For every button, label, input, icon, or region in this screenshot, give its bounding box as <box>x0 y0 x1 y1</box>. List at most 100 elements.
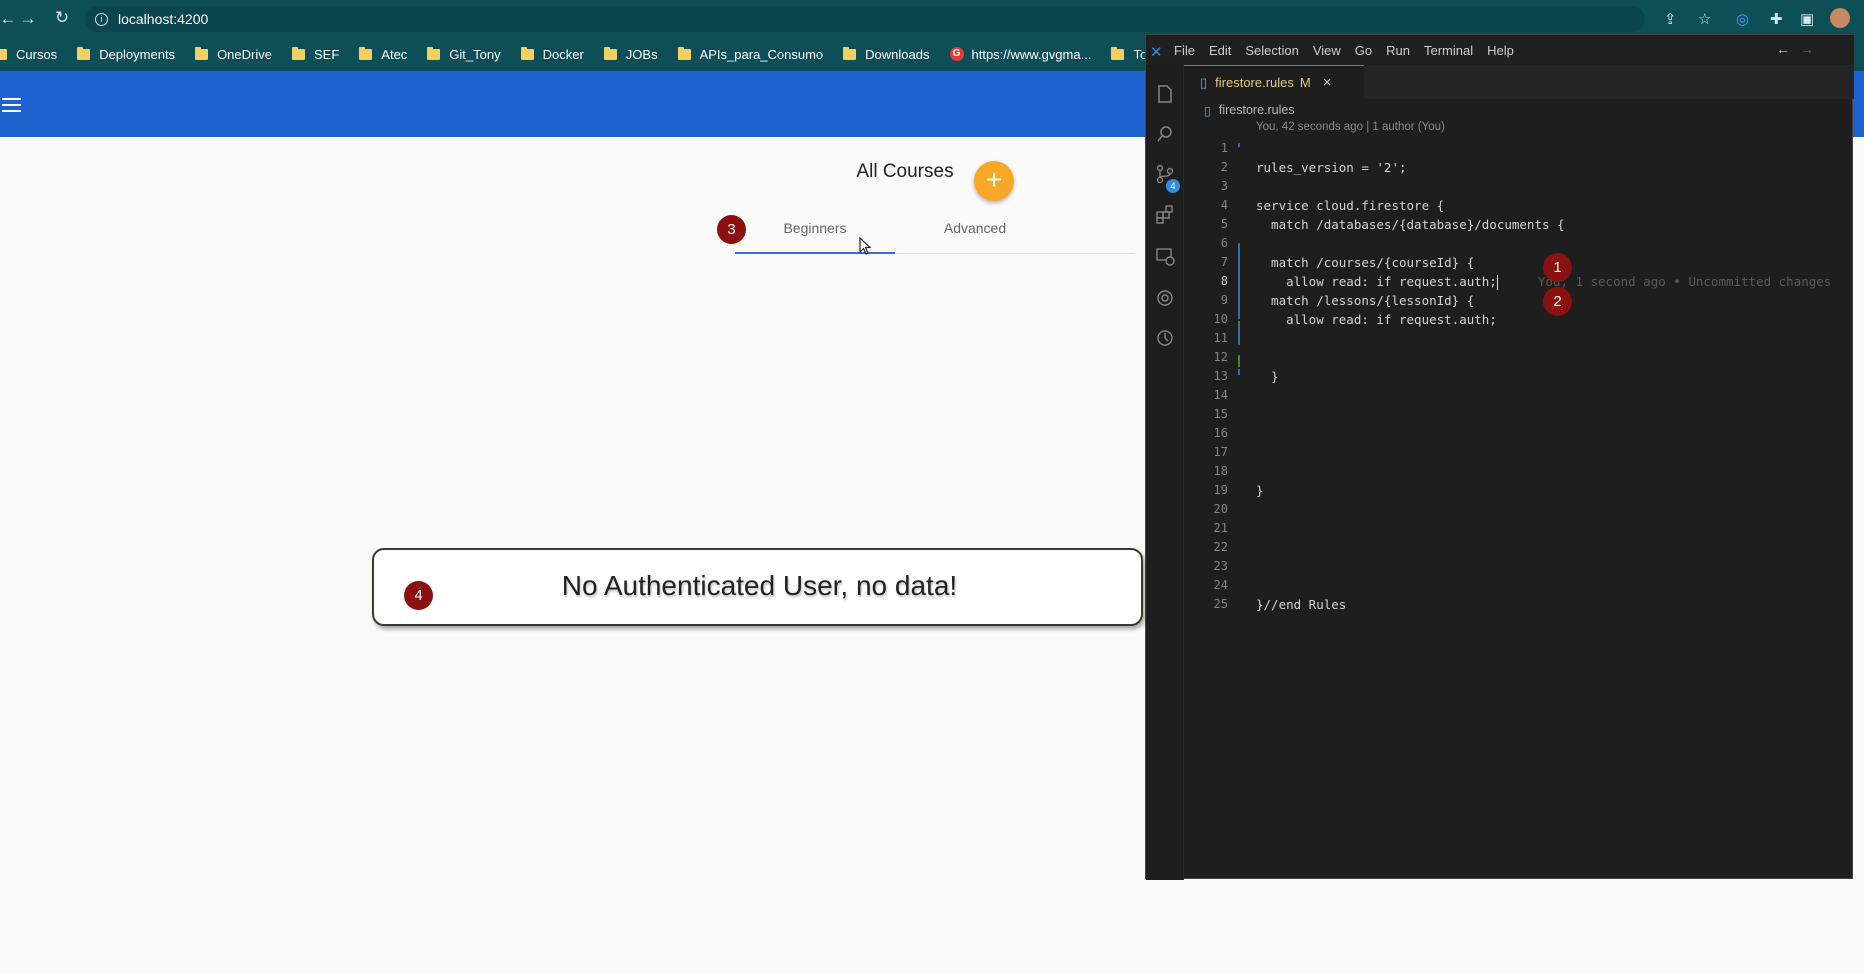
code-line[interactable] <box>1256 139 1846 158</box>
code-line[interactable] <box>1256 500 1846 519</box>
code-line[interactable] <box>1256 329 1846 348</box>
menu-file[interactable]: File <box>1174 43 1195 58</box>
code-editor[interactable]: rules_version = '2'; service cloud.firest… <box>1256 139 1846 614</box>
line-number: 14 <box>1213 388 1228 402</box>
reload-icon[interactable]: ↻ <box>50 8 74 28</box>
code-text: } <box>1256 483 1264 498</box>
code-text: allow read: if request.auth; <box>1256 274 1497 289</box>
url-field[interactable]: i localhost:4200 <box>85 6 1645 32</box>
bookmark-item[interactable]: Git_Tony <box>427 46 501 62</box>
site-info-icon[interactable]: i <box>95 12 108 26</box>
search-icon[interactable] <box>1154 123 1176 145</box>
extension-icon[interactable]: ◎ <box>1736 10 1749 28</box>
file-icon: ▯ <box>1204 103 1211 118</box>
bookmark-item[interactable]: OneDrive <box>195 46 272 62</box>
close-tab-icon[interactable]: × <box>1323 74 1332 91</box>
code-line[interactable]: } <box>1256 481 1846 500</box>
code-line[interactable] <box>1256 386 1846 405</box>
timeline-icon[interactable] <box>1154 327 1176 349</box>
extensions-icon[interactable] <box>1154 203 1176 225</box>
explorer-icon[interactable] <box>1154 83 1176 105</box>
bookmark-label: Docker <box>542 46 584 62</box>
annotation-marker-2: 2 <box>1543 287 1572 316</box>
menu-selection[interactable]: Selection <box>1245 43 1298 58</box>
testing-icon[interactable] <box>1154 287 1176 309</box>
bookmark-label: APIs_para_Consumo <box>699 46 824 62</box>
folder-icon <box>843 46 857 60</box>
bookmark-label: JOBs <box>625 46 658 62</box>
side-panel-icon[interactable]: ▣ <box>1800 10 1814 28</box>
menu-run[interactable]: Run <box>1386 43 1410 58</box>
bookmark-item[interactable]: JOBs <box>603 46 658 62</box>
code-line[interactable]: match /databases/{database}/documents { <box>1256 215 1846 234</box>
code-line[interactable] <box>1256 462 1846 481</box>
add-course-button[interactable]: + <box>974 161 1014 201</box>
code-line[interactable] <box>1256 443 1846 462</box>
codelens-blame[interactable]: You, 42 seconds ago | 1 author (You) <box>1256 121 1445 133</box>
menu-edit[interactable]: Edit <box>1209 43 1231 58</box>
code-line[interactable] <box>1256 177 1846 196</box>
editor-tab-firestore-rules[interactable]: ▯ firestore.rules M × <box>1184 65 1364 99</box>
line-number: 3 <box>1220 179 1228 193</box>
code-line[interactable] <box>1256 557 1846 576</box>
bookmark-label: https://www.gvgma... <box>971 46 1092 62</box>
bookmark-star-icon[interactable]: ☆ <box>1698 10 1711 28</box>
line-number: 2 <box>1220 160 1228 174</box>
menu-terminal[interactable]: Terminal <box>1424 43 1473 58</box>
profile-avatar[interactable] <box>1830 8 1850 28</box>
tab-advanced[interactable]: Advanced <box>895 216 1055 254</box>
nav-back-icon[interactable]: ← <box>1776 41 1790 57</box>
folder-icon <box>520 46 534 60</box>
folder-icon <box>359 46 373 60</box>
code-line[interactable]: service cloud.firestore { <box>1256 196 1846 215</box>
source-control-badge: 4 <box>1166 179 1180 193</box>
line-numbers: 1 2 3 4 5 6 7 8 9 10 11 12 13 14 15 16 17 18 19 20 21 22 23 24 2… <box>1184 139 1242 614</box>
menu-help[interactable]: Help <box>1487 43 1514 58</box>
line-number: 24 <box>1213 578 1228 592</box>
line-number: 23 <box>1213 559 1228 573</box>
bookmark-item[interactable]: Deployments <box>77 46 175 62</box>
bookmark-item[interactable]: Cursos <box>0 47 57 62</box>
bookmark-item[interactable]: SEF <box>291 46 339 62</box>
menu-view[interactable]: View <box>1313 43 1341 58</box>
code-text: match /courses/{courseId} { <box>1256 255 1475 270</box>
code-line[interactable] <box>1256 348 1846 367</box>
nav-forward-icon[interactable]: → <box>1800 41 1814 57</box>
line-number: 8 <box>1220 274 1228 288</box>
forward-icon[interactable]: → <box>16 9 40 29</box>
bookmark-item[interactable]: Downloads <box>843 46 930 62</box>
line-number: 21 <box>1213 521 1228 535</box>
code-line[interactable]: }//end Rules <box>1256 595 1846 614</box>
no-data-message: No Authenticated User, no data! <box>561 570 958 601</box>
line-number: 4 <box>1220 198 1228 212</box>
folder-icon <box>291 46 305 60</box>
code-line[interactable]: rules_version = '2'; <box>1256 158 1846 177</box>
modified-indicator: M <box>1299 75 1311 90</box>
menu-go[interactable]: Go <box>1355 43 1372 58</box>
bookmark-item[interactable]: APIs_para_Consumo <box>677 46 824 62</box>
bookmark-item[interactable]: Atec <box>359 46 407 62</box>
hamburger-menu-icon[interactable] <box>2 98 21 112</box>
folder-icon <box>603 46 617 60</box>
bookmark-item[interactable]: Docker <box>520 46 584 62</box>
line-number: 11 <box>1213 331 1228 345</box>
code-line[interactable] <box>1256 576 1846 595</box>
share-icon[interactable]: ⇪ <box>1664 10 1677 28</box>
code-line[interactable] <box>1256 519 1846 538</box>
line-number: 25 <box>1213 597 1228 611</box>
mouse-cursor-icon <box>859 237 872 255</box>
bookmark-label: Git_Tony <box>449 46 501 62</box>
line-number: 10 <box>1213 312 1228 326</box>
code-line[interactable] <box>1256 234 1846 253</box>
folder-icon <box>0 48 7 60</box>
breadcrumb[interactable]: ▯ firestore.rules <box>1204 99 1295 121</box>
line-number: 5 <box>1220 217 1228 231</box>
code-line[interactable] <box>1256 424 1846 443</box>
remote-explorer-icon[interactable] <box>1154 245 1176 267</box>
code-line[interactable]: } <box>1256 367 1846 386</box>
code-line[interactable] <box>1256 405 1846 424</box>
bookmark-item[interactable]: Ghttps://www.gvgma... <box>949 46 1092 62</box>
line-number: 15 <box>1213 407 1228 421</box>
code-line[interactable] <box>1256 538 1846 557</box>
puzzle-icon[interactable]: ✚ <box>1770 10 1783 28</box>
